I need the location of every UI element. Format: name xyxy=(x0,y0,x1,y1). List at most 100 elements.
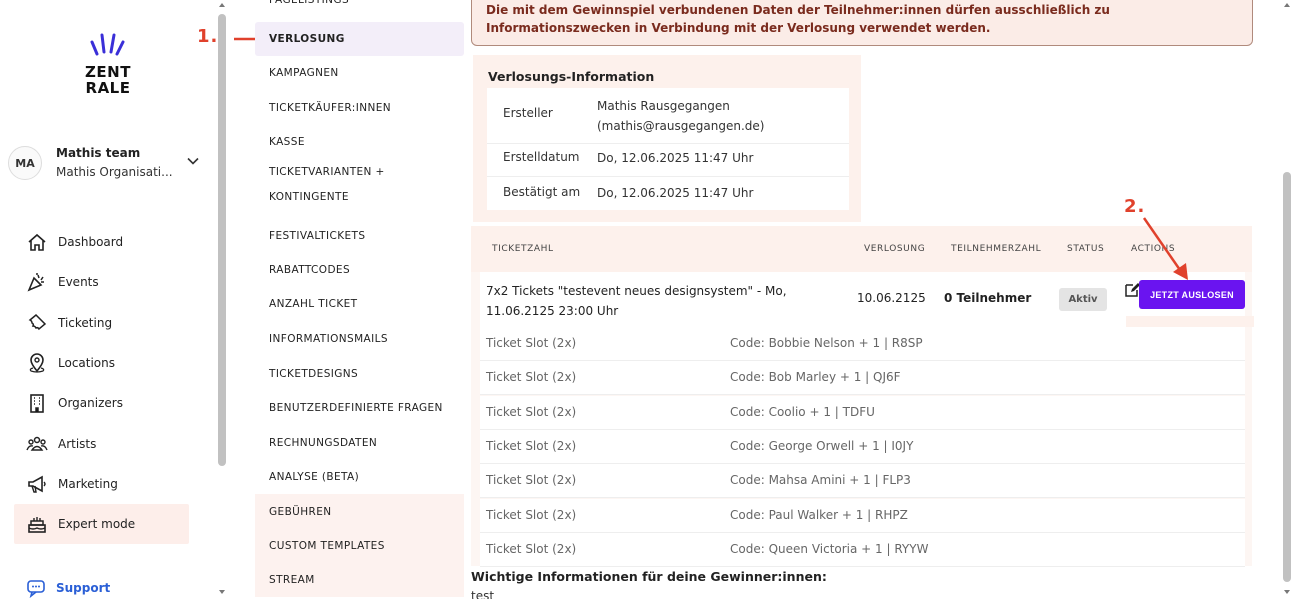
ticket-title: 7x2 Tickets "testevent neues designsyste… xyxy=(486,284,787,318)
submenu-item-kampagnen[interactable]: KAMPAGNEN xyxy=(255,56,464,90)
sidebar-item-label: Ticketing xyxy=(58,315,113,330)
slot-name: Ticket Slot (2x) xyxy=(486,438,577,453)
submenu-item-pagelistings[interactable]: PAGELISTINGS xyxy=(255,0,464,12)
submenu-item-label: RABATTCODES xyxy=(269,264,351,276)
sidebar-item-locations[interactable]: Locations xyxy=(14,343,189,383)
submenu-item-benutzerdefinierte-fragen[interactable]: BENUTZERDEFINIERTE FRAGEN xyxy=(255,391,464,425)
sidebar-item-organizers[interactable]: Organizers xyxy=(14,383,189,423)
sidebar-item-artists[interactable]: Artists xyxy=(14,423,189,463)
scroll-up-arrow-icon[interactable] xyxy=(219,3,225,7)
ticket-icon xyxy=(28,313,47,330)
submenu-item-gebühren[interactable]: GEBÜHREN xyxy=(255,494,464,529)
slot-code: Code: Mahsa Amini + 1 | FLP3 xyxy=(730,473,911,488)
raffle-table: TICKETZAHL VERLOSUNG TEILNEHMERZAHL STAT… xyxy=(471,226,1254,567)
actions-cell-footer xyxy=(1126,316,1254,327)
slot-name: Ticket Slot (2x) xyxy=(486,541,577,556)
sidebar-item-marketing[interactable]: Marketing xyxy=(14,464,189,504)
sidebar-scrollbar[interactable] xyxy=(216,0,228,599)
submenu-item-verlosung[interactable]: VERLOSUNG xyxy=(255,22,464,56)
annotation-step-1: 1. xyxy=(197,26,219,47)
info-key: Ersteller xyxy=(503,106,553,120)
sidebar-item-label: Events xyxy=(58,275,99,290)
slot-code: Code: Bobbie Nelson + 1 | R8SP xyxy=(730,336,923,350)
event-submenu: PAGELISTINGS VERLOSUNG KAMPAGNEN TICKETKÄUF… xyxy=(255,0,464,599)
megaphone-icon xyxy=(28,475,46,493)
cake-icon xyxy=(28,517,46,534)
team-switcher[interactable]: MA Mathis team Mathis Organisati... xyxy=(6,140,211,186)
slot-code: Code: Coolio + 1 | TDFU xyxy=(730,404,875,419)
submenu-item-label: KAMPAGNEN xyxy=(269,67,339,79)
submenu-item-stream[interactable]: STREAM xyxy=(255,563,464,597)
slot-code: Code: Queen Victoria + 1 | RYYW xyxy=(730,541,929,556)
divider xyxy=(487,143,849,144)
slot-code: Code: Paul Walker + 1 | RHPZ xyxy=(730,507,908,522)
submenu-item-label: FESTIVALTICKETS xyxy=(269,229,366,242)
column-header-participants: TEILNEHMERZAHL xyxy=(951,244,1042,254)
winner-info-text: test xyxy=(471,589,495,599)
slot-name: Ticket Slot (2x) xyxy=(486,370,577,385)
info-row-confirmed: Bestätigt am Do, 12.06.2025 11:47 Uhr xyxy=(487,183,849,207)
page-scrollbar[interactable] xyxy=(1280,0,1293,599)
raffle-info-table: Ersteller Mathis Rausgegangen (mathis@rau… xyxy=(487,88,849,210)
sidebar-item-ticketing[interactable]: Ticketing xyxy=(14,303,189,343)
table-row: Ticket Slot (2x) Code: Bob Marley + 1 | Q… xyxy=(480,361,1245,396)
submenu-item-ticketkäufer-innen[interactable]: TICKETKÄUFER:INNEN xyxy=(255,90,464,125)
sidebar-item-dashboard[interactable]: Dashboard xyxy=(14,222,189,262)
submenu-item-label: KASSE xyxy=(269,136,305,148)
submenu-item-festivaltickets[interactable]: FESTIVALTICKETS xyxy=(255,218,464,253)
sidebar-item-label: Expert mode xyxy=(58,517,136,532)
table-row: Ticket Slot (2x) Code: Bobbie Nelson + 1 … xyxy=(480,327,1245,361)
slot-name: Ticket Slot (2x) xyxy=(486,473,577,488)
sidebar-scroll-thumb[interactable] xyxy=(218,14,226,466)
slot-name: Ticket Slot (2x) xyxy=(486,507,577,522)
column-header-ticket: TICKETZAHL xyxy=(492,244,554,254)
avatar: MA xyxy=(8,146,42,180)
sidebar-nav: Dashboard Events Ticketing Locations Organiz… xyxy=(14,222,189,545)
party-icon xyxy=(27,273,44,292)
submenu-item-label: ANZAHL TICKET xyxy=(269,298,358,310)
raffle-info-card: Verlosungs-Information Ersteller Mathis … xyxy=(473,55,861,222)
submenu-item-label: TICKETDESIGNS xyxy=(269,367,359,380)
raffle-info-title: Verlosungs-Information xyxy=(488,69,655,84)
submenu-item-anzahl-ticket[interactable]: ANZAHL TICKET xyxy=(255,287,464,321)
draw-now-button[interactable]: JETZT AUSLOSEN xyxy=(1139,280,1245,309)
location-pin-icon xyxy=(29,353,45,373)
sidebar-item-label: Organizers xyxy=(58,396,123,411)
chat-icon xyxy=(27,580,45,598)
info-row-created: Erstelldatum Do, 12.06.2025 11:47 Uhr xyxy=(487,148,849,172)
submenu-item-label: RECHNUNGSDATEN xyxy=(269,436,378,449)
sidebar-item-label: Dashboard xyxy=(58,235,124,250)
logo-text: ZENT RALE xyxy=(85,63,131,97)
privacy-notice: Die mit dem Gewinnspiel verbundenen Date… xyxy=(471,0,1253,46)
submenu-item-ticketvarianten-kontingente[interactable]: TICKETVARIANTEN + KONTINGENTE xyxy=(255,159,464,211)
page-scroll-thumb[interactable] xyxy=(1283,172,1291,582)
submenu-item-label: STREAM xyxy=(269,574,315,586)
sidebar-item-events[interactable]: Events xyxy=(14,262,189,302)
table-row: Ticket Slot (2x) Code: Queen Victoria + 1… xyxy=(480,532,1245,567)
table-row: Ticket Slot (2x) Code: Paul Walker + 1 | … xyxy=(480,498,1245,533)
submenu-item-label: TICKETKÄUFER:INNEN xyxy=(269,101,392,114)
submenu-item-ticketdesigns[interactable]: TICKETDESIGNS xyxy=(255,356,464,391)
table-row: Ticket Slot (2x) Code: Coolio + 1 | TDFU xyxy=(480,395,1245,430)
sidebar-item-expert-mode[interactable]: Expert mode xyxy=(14,504,189,545)
submenu-item-label: VERLOSUNG xyxy=(269,33,345,45)
scroll-up-arrow-icon[interactable] xyxy=(1284,3,1290,7)
scroll-down-arrow-icon[interactable] xyxy=(1284,590,1290,594)
annotation-arrow-icon xyxy=(1142,217,1188,280)
chevron-down-icon[interactable] xyxy=(186,154,200,168)
submenu-item-rechnungsdaten[interactable]: RECHNUNGSDATEN xyxy=(255,425,464,460)
submenu-item-informationsmails[interactable]: INFORMATIONSMAILS xyxy=(255,322,464,356)
scroll-down-arrow-icon[interactable] xyxy=(219,590,225,594)
submenu-item-label: BENUTZERDEFINIERTE FRAGEN xyxy=(269,402,443,414)
submenu-item-analyse-beta[interactable]: ANALYSE (BETA) xyxy=(255,460,464,494)
sidebar-item-label: Locations xyxy=(58,356,116,371)
submenu-item-kasse[interactable]: KASSE xyxy=(255,125,464,159)
edit-icon[interactable] xyxy=(1124,282,1140,298)
winner-info-title: Wichtige Informationen für deine Gewinne… xyxy=(471,569,827,584)
brand-logo[interactable]: ZENT RALE xyxy=(78,32,136,104)
column-header-draw: VERLOSUNG xyxy=(864,244,926,254)
submenu-item-rabattcodes[interactable]: RABATTCODES xyxy=(255,253,464,287)
support-link[interactable]: Support xyxy=(26,578,110,598)
table-row: 7x2 Tickets "testevent neues designsyste… xyxy=(480,272,1254,327)
submenu-item-custom-templates[interactable]: CUSTOM TEMPLATES xyxy=(255,529,464,563)
